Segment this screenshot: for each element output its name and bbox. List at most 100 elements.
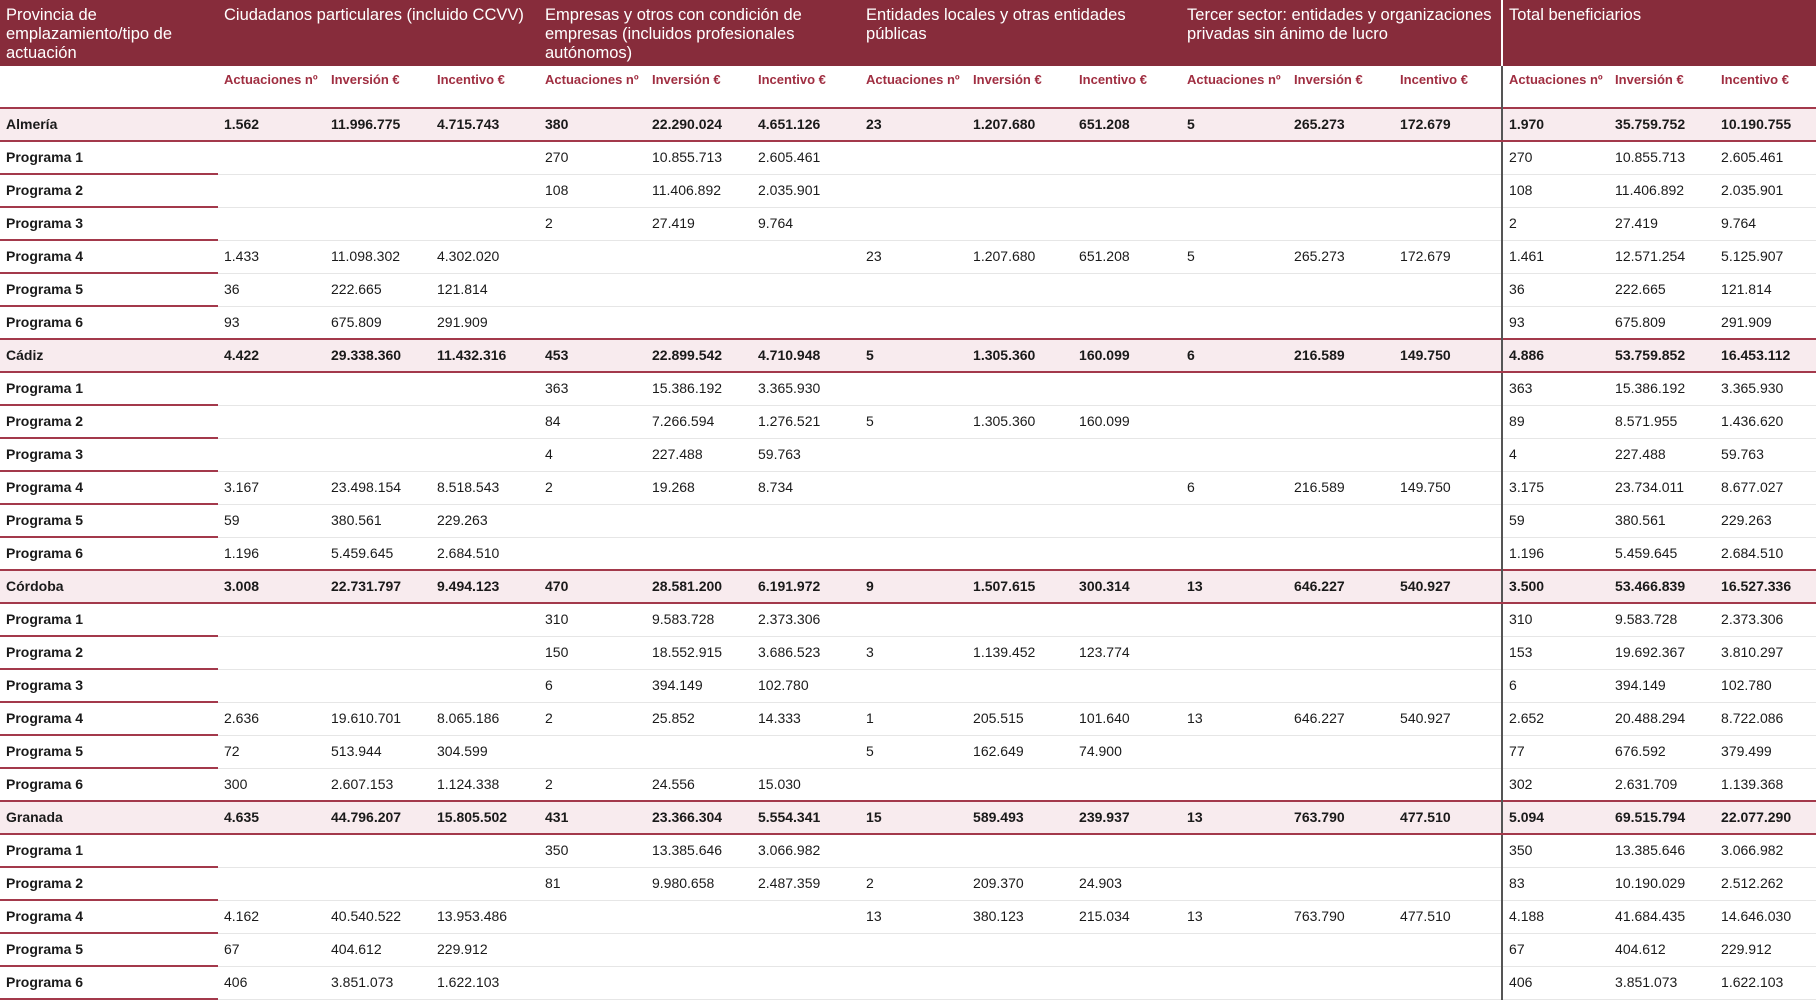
table-cell: 222.665	[1609, 273, 1716, 307]
table-cell: 363	[1501, 372, 1610, 406]
table-cell: 675.809	[1609, 306, 1716, 340]
table-cell	[1181, 174, 1289, 208]
table-cell: 10.190.029	[1609, 867, 1716, 901]
table-cell: 59.763	[1715, 438, 1816, 472]
province-row: Granada 4.635 44.796.207 15.805.502 431 23.36…	[0, 800, 1816, 835]
table-cell	[1394, 141, 1503, 175]
table-cell	[1394, 867, 1503, 901]
table-cell	[218, 636, 325, 670]
table-cell: 1.622.103	[1715, 966, 1816, 1000]
table-cell: 18.552.915	[646, 636, 752, 670]
table-cell: 300.314	[1073, 569, 1182, 604]
table-cell: 2	[539, 207, 646, 241]
table-cell: 149.750	[1394, 338, 1503, 373]
program-row: Programa 6 93 675.809 291.909 93 675.809 291.9…	[0, 306, 1816, 340]
table-cell: 172.679	[1394, 240, 1503, 274]
table-cell: 205.515	[967, 702, 1074, 736]
table-cell: 5	[1181, 240, 1289, 274]
table-cell	[646, 306, 752, 340]
program-label: Programa 2	[0, 636, 218, 670]
table-cell	[431, 867, 539, 901]
table-cell: 5	[860, 735, 968, 769]
table-cell	[752, 966, 861, 1000]
program-label: Programa 4	[0, 702, 218, 736]
table-cell: 5	[860, 338, 968, 373]
table-cell: 9.583.728	[1609, 603, 1716, 637]
table-cell	[752, 735, 861, 769]
table-cell	[1073, 933, 1182, 967]
table-cell: 9.764	[1715, 207, 1816, 241]
province-row: Almería 1.562 11.996.775 4.715.743 380 22.290…	[0, 107, 1816, 142]
program-row: Programa 2 108 11.406.892 2.035.901 108 11.40…	[0, 174, 1816, 208]
table-cell	[1394, 834, 1503, 868]
program-label: Programa 3	[0, 207, 218, 241]
table-cell	[1181, 306, 1289, 340]
table-cell: 5	[1181, 107, 1289, 142]
table-cell	[646, 537, 752, 571]
table-cell: 36	[218, 273, 325, 307]
table-cell	[218, 141, 325, 175]
table-cell	[431, 372, 539, 406]
table-cell	[1394, 768, 1503, 802]
table-cell	[1288, 669, 1395, 703]
table-cell	[1288, 141, 1395, 175]
table-cell: 2.035.901	[752, 174, 861, 208]
table-cell	[1288, 933, 1395, 967]
table-cell	[1394, 636, 1503, 670]
table-cell	[218, 603, 325, 637]
table-cell	[1394, 966, 1503, 1000]
table-cell: 2.487.359	[752, 867, 861, 901]
table-cell: 1.433	[218, 240, 325, 274]
table-cell: 1.207.680	[967, 240, 1074, 274]
table-cell: 2	[539, 471, 646, 505]
table-cell	[325, 207, 431, 241]
table-cell: 1.461	[1501, 240, 1610, 274]
table-cell: 2.636	[218, 702, 325, 736]
program-row: Programa 6 1.196 5.459.645 2.684.510 1.196 5.…	[0, 537, 1816, 571]
table-cell: 302	[1501, 768, 1610, 802]
table-cell: 1.507.615	[967, 569, 1074, 604]
table-cell: 540.927	[1394, 569, 1503, 604]
table-cell	[1181, 438, 1289, 472]
table-cell	[967, 537, 1074, 571]
table-cell	[860, 669, 968, 703]
table-cell: 406	[1501, 966, 1610, 1000]
sub-header-incentivo: Incentivo €	[1394, 66, 1503, 108]
table-cell: 2.631.709	[1609, 768, 1716, 802]
table-cell	[1394, 174, 1503, 208]
table-cell: 153	[1501, 636, 1610, 670]
table-cell: 229.912	[431, 933, 539, 967]
sub-header-actuaciones: Actuaciones nº	[1181, 66, 1289, 108]
table-cell	[967, 372, 1074, 406]
table-cell: 19.610.701	[325, 702, 431, 736]
program-label: Programa 5	[0, 735, 218, 769]
table-cell: 93	[218, 306, 325, 340]
province-label: Almería	[0, 107, 218, 142]
group-header-tercer-sector: Tercer sector: entidades y organizacione…	[1181, 0, 1503, 66]
table-cell	[1288, 306, 1395, 340]
program-label: Programa 1	[0, 372, 218, 406]
table-cell: 44.796.207	[325, 800, 431, 835]
table-cell	[431, 405, 539, 439]
table-cell: 23.734.011	[1609, 471, 1716, 505]
table-cell: 5.459.645	[325, 537, 431, 571]
table-cell: 102.780	[1715, 669, 1816, 703]
table-cell: 513.944	[325, 735, 431, 769]
table-cell	[860, 933, 968, 967]
table-cell: 27.419	[1609, 207, 1716, 241]
table-cell	[1073, 174, 1182, 208]
table-cell: 35.759.752	[1609, 107, 1716, 142]
table-cell: 1.562	[218, 107, 325, 142]
province-label: Córdoba	[0, 569, 218, 604]
table-cell	[431, 636, 539, 670]
table-cell: 239.937	[1073, 800, 1182, 835]
table-cell	[1181, 735, 1289, 769]
program-row: Programa 6 300 2.607.153 1.124.338 2 24.556 15…	[0, 768, 1816, 802]
table-cell: 227.488	[1609, 438, 1716, 472]
province-label: Cádiz	[0, 338, 218, 373]
table-cell	[860, 207, 968, 241]
sub-header-inversion: Inversión €	[1288, 66, 1395, 108]
table-cell	[1288, 504, 1395, 538]
table-cell	[1394, 933, 1503, 967]
table-cell: 2.605.461	[1715, 141, 1816, 175]
